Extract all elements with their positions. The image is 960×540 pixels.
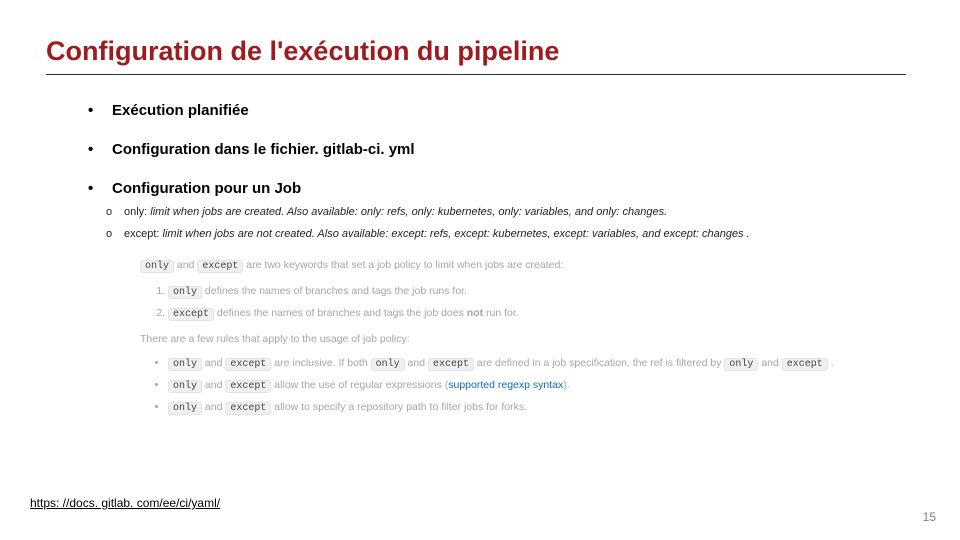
sub-bullet-lead: only: xyxy=(124,206,150,218)
doc-unordered-item: only and except allow the use of regular… xyxy=(168,378,840,394)
doc-unordered-list: only and except are inclusive. If both o… xyxy=(140,356,840,416)
doc-ordered-list: only defines the names of branches and t… xyxy=(140,284,840,322)
sub-bullet-item: oonly: limit when jobs are created. Also… xyxy=(106,206,750,218)
bullet-dot-icon: • xyxy=(88,100,112,121)
bullet-item: •Exécution planifiée xyxy=(88,100,415,121)
bullet-text: Configuration dans le fichier xyxy=(112,141,315,158)
sub-bullet-marker-icon: o xyxy=(106,228,124,240)
keyword-except: except xyxy=(168,308,214,321)
filename-text: . gitlab-ci. yml xyxy=(315,141,415,158)
keyword-except: except xyxy=(428,358,474,371)
keyword-only: only xyxy=(168,380,202,393)
keyword-only: only xyxy=(168,402,202,415)
keyword-except: except xyxy=(225,380,271,393)
keyword-except: except xyxy=(197,260,243,273)
title-underline xyxy=(46,74,906,75)
keyword-except: except xyxy=(782,358,828,371)
doc-rules-intro: There are a few rules that apply to the … xyxy=(140,332,840,348)
keyword-except: except xyxy=(225,358,271,371)
doc-unordered-item: only and except allow to specify a repos… xyxy=(168,400,840,416)
doc-intro: only and except are two keywords that se… xyxy=(140,258,840,274)
bullet-text: Configuration pour un Job xyxy=(112,180,301,197)
sub-bullet-desc: limit when jobs are not created. Also av… xyxy=(163,228,750,240)
sub-bullet-marker-icon: o xyxy=(106,206,124,218)
keyword-only: only xyxy=(168,286,202,299)
keyword-only: only xyxy=(371,358,405,371)
sub-bullet-desc: limit when jobs are created. Also availa… xyxy=(150,206,667,218)
bullet-dot-icon: • xyxy=(88,139,112,160)
doc-unordered-item: only and except are inclusive. If both o… xyxy=(168,356,840,372)
keyword-only: only xyxy=(168,358,202,371)
bullet-text: Exécution planifiée xyxy=(112,102,249,119)
regexp-syntax-link[interactable]: supported regexp syntax xyxy=(448,379,563,391)
keyword-except: except xyxy=(225,402,271,415)
main-bullet-list: •Exécution planifiée •Configuration dans… xyxy=(88,100,415,217)
page-number: 15 xyxy=(923,510,936,524)
bullet-item: •Configuration dans le fichier. gitlab-c… xyxy=(88,139,415,160)
sub-bullet-lead: except: xyxy=(124,228,163,240)
keyword-only: only xyxy=(140,260,174,273)
sub-bullet-item: oexcept: limit when jobs are not created… xyxy=(106,228,750,240)
bullet-item: •Configuration pour un Job xyxy=(88,178,415,199)
quoted-doc-block: only and except are two keywords that se… xyxy=(140,252,840,424)
footer-link[interactable]: https: //docs. gitlab. com/ee/ci/yaml/ xyxy=(30,496,220,510)
bullet-dot-icon: • xyxy=(88,178,112,199)
doc-ordered-item: only defines the names of branches and t… xyxy=(168,284,840,300)
doc-ordered-item: except defines the names of branches and… xyxy=(168,306,840,322)
slide-title: Configuration de l'exécution du pipeline xyxy=(46,36,559,67)
sub-bullet-list: oonly: limit when jobs are created. Also… xyxy=(106,206,750,250)
keyword-only: only xyxy=(724,358,758,371)
